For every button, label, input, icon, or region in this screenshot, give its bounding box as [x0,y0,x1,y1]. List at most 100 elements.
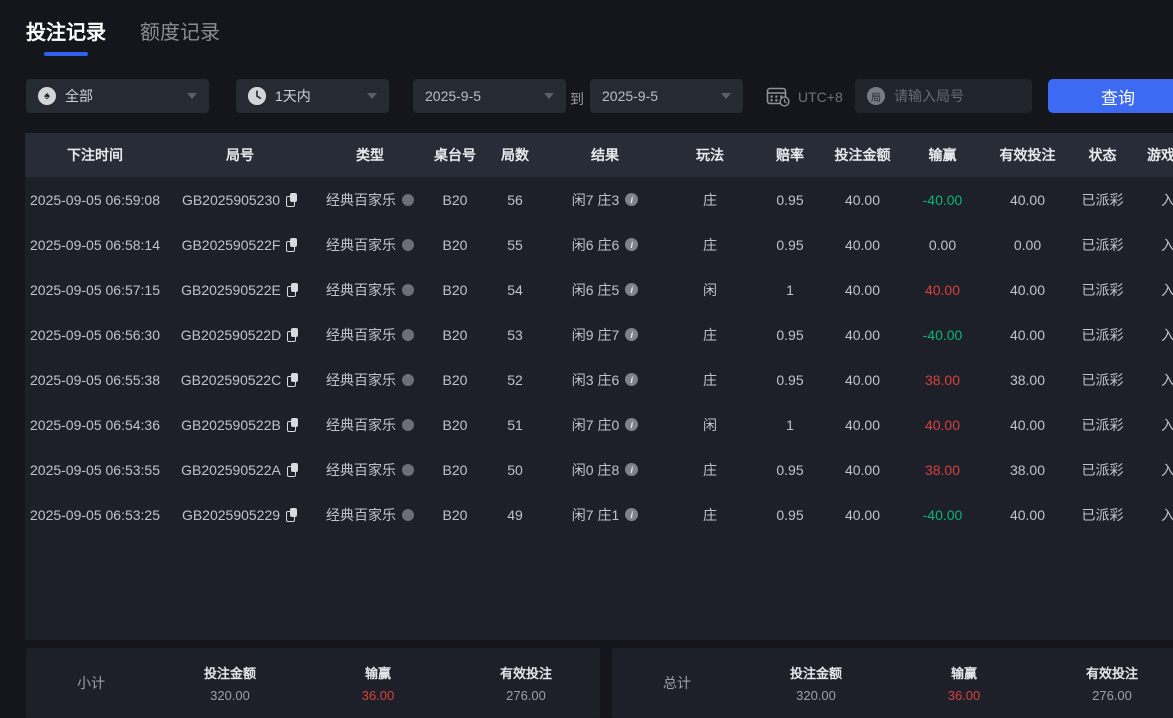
cell-bet: 40.00 [844,506,881,523]
total-bet-amount: 投注金额 320.00 [789,666,842,703]
cell-mode: 入座 [1161,191,1173,208]
cell-bet: 40.00 [844,236,881,253]
column-header: 游戏模式 [1147,147,1173,163]
copy-icon[interactable] [286,418,299,432]
column-header: 赔率 [776,147,804,163]
info-icon[interactable]: i [625,193,639,206]
table-row: 2025-09-05 06:59:08 GB2025905230 经典百家乐 B20 5… [25,177,1173,222]
column-header: 下注时间 [67,147,123,163]
date-from-select[interactable]: 2025-9-5 [413,79,566,113]
date-to-label: 到 [570,91,584,107]
column-header: 投注金额 [834,147,891,163]
video-dot-icon[interactable] [402,328,414,341]
cell-round-id: GB202590522A [165,462,315,478]
active-tab-underline [44,52,88,56]
cell-time: 2025-09-05 06:55:38 [30,371,160,388]
cell-time: 2025-09-05 06:58:14 [30,236,160,253]
game-type-select[interactable]: ♠ 全部 [26,79,209,113]
copy-icon[interactable] [287,328,299,342]
copy-icon[interactable] [287,373,299,387]
cell-status: 已派彩 [1081,461,1124,478]
cell-valid-bet: 38.00 [1009,461,1046,478]
cell-valid-bet: 0.00 [1013,236,1042,253]
cell-round-id: GB202590522C [165,372,315,388]
cell-play: 闲 [703,416,717,433]
info-icon[interactable]: i [625,418,639,431]
cell-play: 庄 [703,236,717,253]
column-header: 有效投注 [999,147,1056,163]
tab-quota-records[interactable]: 额度记录 [140,16,220,56]
round-badge-icon: 局 [867,87,885,105]
video-dot-icon[interactable] [402,283,414,296]
query-button[interactable]: 查询 [1048,79,1173,113]
chevron-down-icon [544,93,554,99]
video-dot-icon[interactable] [402,463,414,476]
betting-records-table: 下注时间 局号 类型 桌台号 局数 结果 玩法 赔率 投注金额 输赢 有效投注 状态 游戏模式 2025… [25,133,1173,640]
calendar-clock-icon[interactable] [766,86,790,107]
round-id-input[interactable]: 局 请输入局号 [855,79,1032,113]
info-icon[interactable]: i [625,283,639,296]
cell-bet: 40.00 [844,191,881,208]
video-dot-icon[interactable] [402,373,414,386]
cell-bet: 40.00 [844,326,881,343]
cell-result: 闲6 庄6 i [545,235,665,255]
cell-mode: 入座 [1161,416,1173,433]
cell-odds: 0.95 [776,191,804,208]
cell-result: 闲7 庄1 i [545,505,665,525]
copy-icon[interactable] [286,508,298,522]
cell-time: 2025-09-05 06:57:15 [30,281,160,298]
time-range-value: 1天内 [275,88,311,104]
total-title: 总计 [663,675,691,691]
cell-type: 经典百家乐 [315,415,425,435]
cell-result: 闲0 庄8 i [545,460,665,480]
video-dot-icon[interactable] [402,193,414,206]
time-range-select[interactable]: 1天内 [236,79,389,113]
date-to-select[interactable]: 2025-9-5 [590,79,743,113]
total-valid-bet: 有效投注 276.00 [1085,666,1138,703]
info-icon[interactable]: i [625,328,639,341]
cell-time: 2025-09-05 06:59:08 [30,191,160,208]
cell-type: 经典百家乐 [315,325,425,345]
cell-win-loss: -40.00 [922,191,963,208]
cell-table-no: B20 [442,326,468,343]
cell-round-id: GB202590522B [165,417,315,433]
copy-icon[interactable] [286,238,298,252]
cell-mode: 入座 [1161,506,1173,523]
cell-win-loss: 40.00 [924,281,961,298]
clock-icon [248,87,266,105]
copy-icon[interactable] [286,283,299,297]
cell-time: 2025-09-05 06:56:30 [30,326,160,343]
cell-status: 已派彩 [1081,416,1124,433]
info-icon[interactable]: i [625,508,639,521]
cell-win-loss: -40.00 [922,326,963,343]
copy-icon[interactable] [286,463,299,477]
copy-icon[interactable] [286,193,298,207]
column-header: 输赢 [928,147,957,163]
table-row: 2025-09-05 06:56:30 GB202590522D 经典百家乐 B20 5… [25,312,1173,357]
column-header: 玩法 [696,147,724,163]
info-icon[interactable]: i [625,238,639,251]
cell-bet: 40.00 [844,416,881,433]
table-body: 2025-09-05 06:59:08 GB2025905230 经典百家乐 B20 5… [25,177,1173,640]
cell-round-no: 53 [507,326,523,343]
info-icon[interactable]: i [625,373,639,386]
tab-betting-records[interactable]: 投注记录 [26,16,106,56]
record-tabs: 投注记录 额度记录 [26,16,220,56]
cell-odds: 1 [786,281,794,298]
cell-win-loss: 38.00 [924,461,961,478]
cell-status: 已派彩 [1081,236,1124,253]
cell-round-no: 55 [507,236,523,253]
table-row: 2025-09-05 06:54:36 GB202590522B 经典百家乐 B20 5… [25,402,1173,447]
cell-table-no: B20 [442,371,468,388]
video-dot-icon[interactable] [402,508,414,521]
table-row: 2025-09-05 06:57:15 GB202590522E 经典百家乐 B20 5… [25,267,1173,312]
video-dot-icon[interactable] [402,238,414,251]
info-icon[interactable]: i [625,463,639,476]
column-header: 局数 [501,147,529,163]
cell-odds: 1 [786,416,794,433]
cell-status: 已派彩 [1081,191,1124,208]
cell-round-no: 54 [507,281,523,298]
video-dot-icon[interactable] [402,418,414,431]
cell-round-id: GB2025905230 [165,192,315,208]
date-from-value: 2025-9-5 [425,88,482,104]
